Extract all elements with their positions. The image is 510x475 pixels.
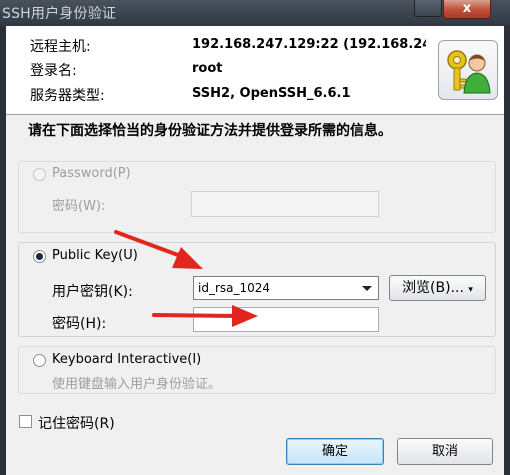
remote-host-value: 192.168.247.129:22 (192.168.247.1 [192, 37, 426, 52]
user-key-label: 用户密钥(K): [52, 284, 133, 300]
remote-host-label: 远程主机: [30, 39, 91, 55]
close-button[interactable]: x [443, 0, 491, 19]
public-key-radio-label: Public Key(U) [52, 248, 138, 263]
auth-panel: 请在下面选择恰当的身份验证方法并提供登录所需的信息。 Password(P) 密… [6, 115, 504, 475]
instruction-text: 请在下面选择恰当的身份验证方法并提供登录所需的信息。 [28, 123, 392, 139]
password-radio-label: Password(P) [52, 166, 131, 181]
chevron-down-icon [362, 286, 372, 291]
keyboard-interactive-group: Keyboard Interactive(I) 使用键盘输入用户身份验证。 [18, 346, 496, 394]
public-key-group: Public Key(U) 用户密钥(K): id_rsa_1024 浏览(B)… [18, 242, 496, 337]
keyboard-interactive-hint: 使用键盘输入用户身份验证。 [52, 377, 222, 392]
window-title: SSH用户身份验证 [2, 6, 117, 22]
public-key-radio[interactable] [33, 250, 46, 263]
user-key-value: id_rsa_1024 [198, 281, 271, 295]
browse-button[interactable]: 浏览(B)... ▾ [389, 275, 486, 301]
remember-password-checkbox[interactable] [19, 415, 32, 428]
dropdown-icon: ▾ [468, 285, 473, 295]
login-name-label: 登录名: [30, 63, 77, 79]
ok-button[interactable]: 确定 [286, 438, 384, 465]
dialog-window: 远程主机: 192.168.247.129:22 (192.168.247.1 … [6, 26, 504, 475]
key-passphrase-label: 密码(H): [52, 316, 107, 332]
keyboard-interactive-label: Keyboard Interactive(I) [52, 352, 202, 367]
key-user-icon [438, 40, 498, 100]
keyboard-interactive-radio[interactable] [33, 354, 46, 367]
password-field-label: 密码(W): [52, 199, 106, 214]
browse-button-label: 浏览(B)... [402, 280, 464, 296]
server-type-label: 服务器类型: [30, 88, 105, 104]
connection-info: 远程主机: 192.168.247.129:22 (192.168.247.1 … [6, 26, 504, 114]
password-radio[interactable] [33, 168, 46, 181]
title-bar: SSH用户身份验证 x [0, 0, 510, 26]
login-name-value: root [192, 61, 223, 76]
key-passphrase-input[interactable] [193, 307, 379, 332]
password-input[interactable] [191, 191, 379, 217]
remember-password-label: 记住密码(R) [38, 416, 115, 432]
title-bar-button[interactable] [414, 0, 442, 17]
password-group: Password(P) 密码(W): [18, 161, 496, 233]
server-type-value: SSH2, OpenSSH_6.6.1 [192, 86, 351, 101]
cancel-button[interactable]: 取消 [397, 438, 493, 465]
user-key-select[interactable]: id_rsa_1024 [193, 276, 379, 300]
